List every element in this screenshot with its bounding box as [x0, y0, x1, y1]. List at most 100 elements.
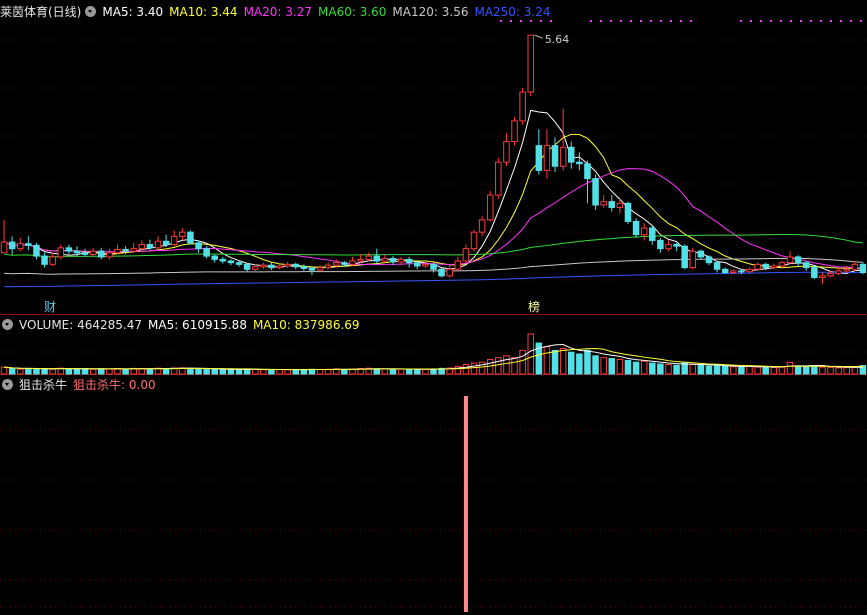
volume-bar [235, 368, 243, 375]
volume-bar [616, 358, 624, 375]
volume-bar [551, 349, 559, 375]
top-marker-dot [640, 20, 642, 22]
candle-body [98, 250, 105, 258]
volume-bar [721, 365, 729, 375]
candle-body [567, 146, 575, 163]
top-marker-dot [500, 20, 502, 22]
candle-body [697, 250, 705, 258]
volume-bar [584, 349, 591, 375]
top-marker-dot [690, 20, 692, 22]
top-marker-dot [530, 20, 532, 22]
candle-body [308, 267, 316, 271]
candle-body [17, 243, 24, 250]
candle-body [705, 256, 713, 264]
volume-bar [802, 366, 810, 375]
candle-body [260, 264, 267, 268]
volume-bar [146, 368, 154, 375]
kline-chart[interactable]: 5.64 [0, 0, 867, 615]
candle-body [146, 244, 154, 249]
ma60-line [3, 233, 863, 258]
volume-bar [511, 357, 518, 375]
candle-body [49, 256, 56, 265]
volume-bar [851, 366, 859, 375]
candle-body [478, 219, 486, 233]
volume-bar [414, 368, 421, 375]
volume-bar [567, 351, 575, 375]
candle-body [551, 145, 559, 167]
candle-body [438, 268, 445, 277]
top-marker-dot [620, 20, 622, 22]
top-marker-dot [790, 20, 792, 22]
candle-body [422, 263, 429, 267]
volume-bar [754, 366, 761, 375]
candle-body [624, 202, 632, 222]
volume-bar [187, 367, 194, 375]
candle-body [600, 201, 607, 206]
volume-bar [219, 368, 227, 375]
candle-body [316, 267, 324, 271]
candle-body [778, 262, 786, 267]
candle-body [802, 262, 810, 269]
volume-bar [519, 349, 526, 375]
candle-body [81, 252, 89, 255]
candle-body [616, 202, 624, 208]
volume-ma5-line [4, 344, 863, 371]
candle-body [89, 250, 97, 255]
volume-bar [397, 368, 405, 375]
volume-bar [227, 369, 235, 375]
volume-bar [49, 368, 56, 375]
candle-body [203, 248, 210, 257]
candle-body [106, 252, 113, 258]
volume-bar [713, 365, 721, 375]
candle-body [195, 242, 202, 250]
candle-body [592, 178, 599, 206]
candle-body [389, 258, 397, 263]
volume-bar [98, 368, 105, 375]
volume-bar [576, 353, 583, 375]
volume-bar [65, 368, 73, 375]
candle-body [41, 255, 48, 265]
volume-bar [0, 366, 8, 375]
volume-bar [243, 368, 251, 375]
volume-bar [746, 365, 753, 375]
candle-body [373, 255, 381, 262]
volume-bar [811, 365, 818, 375]
candle-body [519, 91, 526, 122]
top-marker-dot [840, 20, 842, 22]
peak-pointer [534, 34, 543, 39]
candle-body [349, 260, 356, 265]
candle-body [235, 262, 243, 265]
candle-body [397, 258, 405, 263]
signal-bar [463, 396, 468, 612]
volume-bar [73, 368, 81, 375]
candle-body [446, 268, 453, 277]
candle-body [292, 263, 300, 268]
volume-bar [122, 368, 129, 375]
candle-body [819, 275, 826, 279]
candle-body [738, 270, 745, 273]
candle-body [276, 265, 283, 269]
candle-body [365, 255, 372, 260]
ma250-line [4, 271, 863, 288]
volume-bar [211, 368, 218, 375]
candle-body [640, 227, 648, 236]
volume-bar [608, 358, 616, 375]
candle-body [25, 243, 32, 246]
volume-bar [422, 368, 429, 375]
candle-body [657, 239, 664, 250]
candle-body [211, 255, 218, 260]
top-marker-dot [650, 20, 652, 22]
volume-bar [341, 368, 348, 375]
candle-body [0, 241, 8, 254]
volume-bar [405, 368, 413, 375]
candle-body [130, 248, 137, 252]
top-marker-dot [750, 20, 752, 22]
candle-body [843, 268, 850, 272]
candle-body [341, 262, 348, 265]
volume-bar [640, 360, 648, 375]
volume-bar [114, 368, 121, 375]
volume-bar [276, 368, 283, 375]
candle-body [543, 145, 551, 171]
top-marker-dot [600, 20, 602, 22]
candle-body [300, 266, 308, 269]
